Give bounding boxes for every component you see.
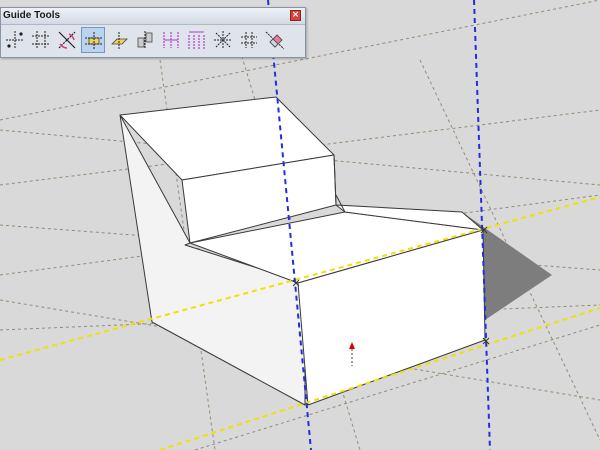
perpendicular-guides-button[interactable] [3, 27, 27, 53]
guide-grid-icon [32, 31, 50, 49]
close-icon[interactable]: × [290, 10, 301, 21]
modeling-viewport[interactable] [0, 0, 600, 450]
diagonal-guide-button[interactable] [55, 27, 79, 53]
edge-guide-button[interactable] [81, 27, 105, 53]
plane-guide-button[interactable] [107, 27, 131, 53]
guide-grid-button[interactable] [29, 27, 53, 53]
array-guides-icon [188, 31, 205, 49]
toolbar-titlebar[interactable]: Guide Tools × [1, 8, 305, 25]
edge-guide-icon [85, 32, 103, 50]
scene[interactable] [0, 0, 600, 450]
divide-guides-button[interactable] [159, 27, 183, 53]
guide-tools-toolbar: Guide Tools × [0, 7, 306, 58]
mirror-guide-button[interactable] [133, 27, 157, 53]
toolbar-title: Guide Tools [3, 10, 61, 21]
divide-guides-icon [163, 32, 179, 48]
diagonal-guide-icon [58, 31, 76, 49]
perpendicular-guides-icon [6, 31, 24, 49]
radial-guides-button[interactable] [211, 27, 235, 53]
array-guides-button[interactable] [185, 27, 209, 53]
plane-guide-icon [111, 32, 128, 49]
mirror-guide-icon [137, 31, 153, 49]
erase-guides-button[interactable] [263, 27, 287, 53]
erase-guides-icon [265, 31, 285, 50]
grid-hash-button[interactable] [237, 27, 261, 53]
grid-hash-icon [241, 32, 257, 48]
radial-guides-icon [214, 31, 232, 49]
